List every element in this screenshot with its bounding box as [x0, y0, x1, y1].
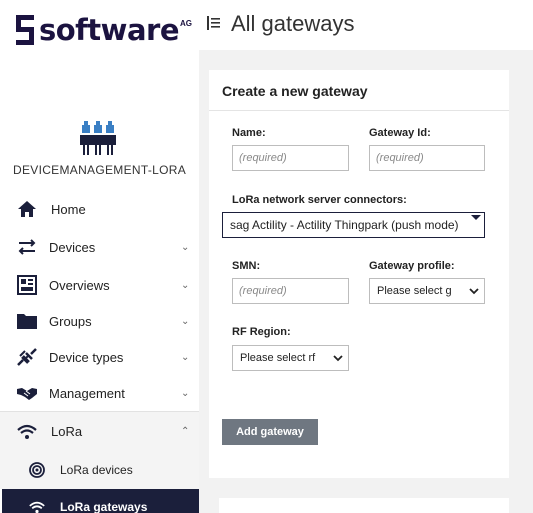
rf-region-select[interactable]: Please select rf: [232, 345, 349, 371]
page-title: All gateways: [231, 11, 355, 36]
nav-label-devices: Devices: [49, 239, 96, 255]
chevron-down-icon: ⌄: [181, 315, 190, 327]
plug-icon: [16, 346, 38, 368]
sub-nav-item-lora-gateways[interactable]: LoRa gateways: [2, 489, 199, 513]
nav-label-lora: LoRa: [51, 424, 83, 439]
connector-select[interactable]: sag Actility - Actility Thingpark (push …: [222, 212, 485, 238]
gateway-id-input[interactable]: [369, 145, 485, 171]
name-input[interactable]: [232, 145, 349, 171]
card-title: Create a new gateway: [222, 83, 368, 99]
sub-nav-item-lora-devices[interactable]: LoRa devices: [0, 451, 199, 489]
nav-item-device-types[interactable]: Device types ⌄: [0, 339, 199, 375]
tenant-name: DEVICEMANAGEMENT-LORA: [13, 163, 186, 177]
create-gateway-card: Create a new gateway Name: Gateway Id: L…: [209, 70, 509, 478]
main-navigation: Home Devices ⌄ Overviews ⌄ Groups ⌄ Devi…: [0, 191, 199, 513]
card-divider: [209, 110, 509, 111]
connector-label: LoRa network server connectors:: [232, 194, 407, 206]
nav-label-groups: Groups: [49, 313, 92, 329]
brand-suffix: AG: [180, 19, 192, 28]
nav-label-overviews: Overviews: [49, 277, 110, 293]
chevron-down-icon: ⌄: [181, 387, 190, 399]
folder-icon: [16, 310, 38, 332]
nav-item-home[interactable]: Home: [0, 191, 199, 227]
wifi-icon: [16, 421, 38, 443]
sidebar: software AG DEVICEMANAGEMENT-LORA Home D…: [0, 0, 199, 513]
page-header: All gateways: [199, 0, 533, 50]
nav-item-devices[interactable]: Devices ⌄: [0, 227, 199, 267]
chevron-down-icon: ⌄: [181, 241, 190, 253]
lora-devices-app-icon: [80, 121, 116, 155]
home-icon: [16, 198, 38, 220]
gateway-profile-label: Gateway profile:: [369, 260, 455, 272]
exchange-arrows-icon: [16, 236, 38, 258]
gateway-list-card: [219, 498, 509, 513]
chevron-down-icon: ⌄: [181, 351, 190, 363]
nav-item-management[interactable]: Management ⌄: [0, 375, 199, 411]
sub-nav-label-lora-gateways: LoRa gateways: [60, 500, 148, 513]
gateway-profile-select[interactable]: Please select g: [369, 278, 485, 304]
nav-label-home: Home: [51, 201, 86, 217]
brand-wordmark: software: [39, 13, 180, 47]
nav-label-device-types: Device types: [49, 349, 124, 365]
software-ag-logo[interactable]: software AG: [14, 10, 192, 50]
rf-region-label: RF Region:: [232, 326, 291, 338]
dashboard-icon: [16, 274, 38, 296]
nav-item-lora[interactable]: LoRa ⌃: [0, 411, 199, 451]
chevron-up-icon: ⌃: [181, 426, 190, 437]
smn-label: SMN:: [232, 260, 261, 272]
smn-input[interactable]: [232, 278, 349, 304]
handshake-icon: [16, 382, 38, 404]
software-ag-s-logo-icon: [16, 15, 34, 45]
nav-item-groups[interactable]: Groups ⌄: [0, 303, 199, 339]
wifi-icon: [28, 498, 46, 513]
dropdown-caret-icon: [471, 215, 481, 220]
nav-item-overviews[interactable]: Overviews ⌄: [0, 267, 199, 303]
nav-label-management: Management: [49, 385, 125, 401]
target-device-icon: [28, 461, 46, 479]
chevron-down-icon: [333, 355, 343, 362]
name-label: Name:: [232, 127, 266, 139]
sidebar-toggle-icon[interactable]: [207, 15, 221, 31]
chevron-down-icon: [469, 288, 479, 295]
rf-region-selected-value: Please select rf: [240, 352, 316, 364]
gateway-id-label: Gateway Id:: [369, 127, 431, 139]
gateway-profile-selected-value: Please select g: [377, 285, 452, 297]
add-gateway-button[interactable]: Add gateway: [222, 419, 318, 445]
chevron-down-icon: ⌄: [181, 279, 190, 291]
connector-selected-value: sag Actility - Actility Thingpark (push …: [230, 218, 459, 232]
sub-nav-label-lora-devices: LoRa devices: [60, 463, 133, 477]
